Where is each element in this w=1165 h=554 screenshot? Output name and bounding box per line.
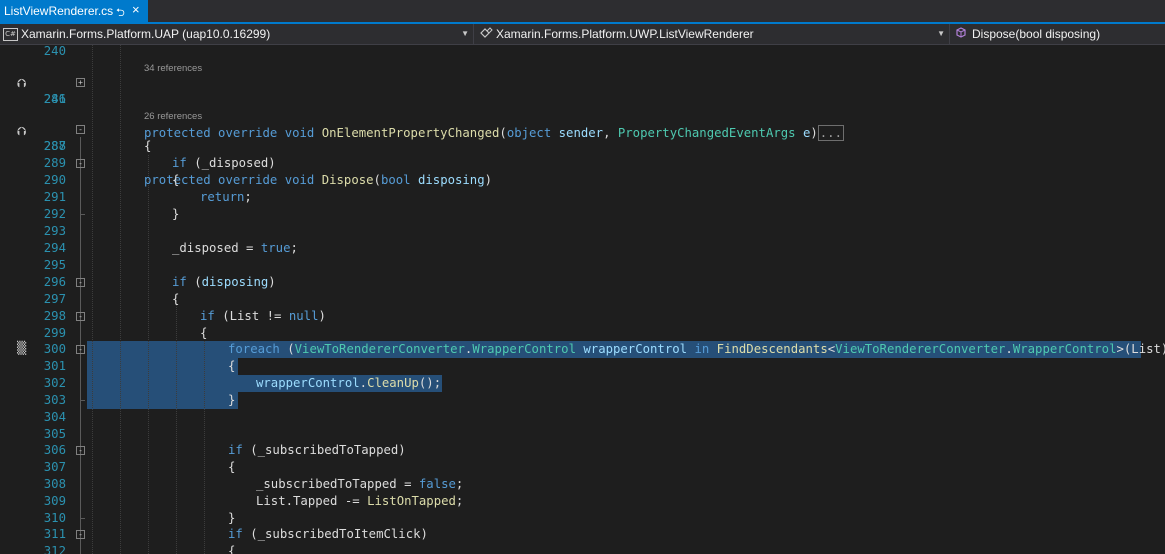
- outline-tick: [80, 214, 85, 215]
- collapse-icon[interactable]: -: [76, 345, 85, 354]
- code-line: 241 + protected override void OnElementP…: [43, 78, 844, 141]
- chevron-down-icon: ▼: [937, 29, 945, 38]
- code-line: 311- if (_subscribedToItemClick): [43, 527, 428, 541]
- code-line: 302 wrapperControl.CleanUp();: [43, 376, 442, 390]
- close-icon[interactable]: ×: [132, 3, 140, 17]
- project-label: Xamarin.Forms.Platform.UAP (uap10.0.1629…: [21, 27, 271, 41]
- code-line: 303}: [43, 393, 236, 407]
- code-line: 290{: [43, 173, 180, 187]
- collapse-icon[interactable]: -: [76, 159, 85, 168]
- code-line: 299{: [43, 326, 208, 340]
- document-tab-bar: ListViewRenderer.cs ⮌ ×: [0, 0, 1165, 24]
- expand-icon[interactable]: +: [76, 78, 85, 87]
- code-line: 312{: [43, 544, 236, 554]
- csharp-project-icon: C#: [3, 27, 18, 41]
- code-line: 300- foreach (ViewToRendererConverter.Wra…: [43, 342, 1165, 356]
- code-line: 287 - protected override void Dispose(bo…: [43, 125, 493, 187]
- code-line: 293: [43, 224, 66, 238]
- type-label: Xamarin.Forms.Platform.UWP.ListViewRende…: [496, 27, 754, 41]
- code-line: 306- if (_subscribedToTapped): [43, 443, 406, 457]
- code-line: 291 return;: [43, 190, 252, 204]
- code-line: 298- if (List != null): [43, 309, 326, 323]
- code-line: 309 List.Tapped -= ListOnTapped;: [43, 494, 464, 508]
- code-line: 304: [43, 410, 66, 424]
- tab-title: ListViewRenderer.cs: [4, 4, 114, 18]
- code-line: 286: [43, 92, 66, 106]
- code-line: 240: [43, 45, 66, 58]
- code-line: 301{: [43, 359, 236, 373]
- method-icon: [955, 26, 969, 42]
- tab-listviewrenderer[interactable]: ListViewRenderer.cs ⮌ ×: [0, 0, 148, 22]
- outline-tick: [80, 518, 85, 519]
- code-line: 295: [43, 258, 66, 272]
- code-line: 296- if (disposing): [43, 275, 276, 289]
- code-line: 297{: [43, 292, 180, 306]
- code-line: 288{: [43, 139, 152, 153]
- pin-icon[interactable]: ⮌: [116, 4, 125, 23]
- code-line: 305: [43, 427, 66, 441]
- member-dropdown[interactable]: Dispose(bool disposing): [952, 24, 1165, 44]
- code-line: 308 _subscribedToTapped = false;: [43, 477, 464, 491]
- code-line: 310}: [43, 511, 236, 525]
- code-line: 307{: [43, 460, 236, 474]
- collapse-icon[interactable]: -: [76, 312, 85, 321]
- class-icon: [479, 26, 493, 42]
- chevron-down-icon: ▼: [461, 29, 469, 38]
- outline-tick: [80, 400, 85, 401]
- code-line: 289- if (_disposed): [43, 156, 276, 170]
- member-label: Dispose(bool disposing): [972, 27, 1101, 41]
- collapse-icon[interactable]: -: [76, 530, 85, 539]
- collapse-icon[interactable]: -: [76, 278, 85, 287]
- collapse-icon[interactable]: -: [76, 446, 85, 455]
- code-line: 292}: [43, 207, 180, 221]
- code-editor[interactable]: ⮉ ⮉ ▒ 34 references 26 references 240 24…: [0, 45, 1165, 554]
- type-dropdown[interactable]: Xamarin.Forms.Platform.UWP.ListViewRende…: [476, 24, 950, 44]
- project-dropdown[interactable]: C# Xamarin.Forms.Platform.UAP (uap10.0.1…: [0, 24, 474, 44]
- code-line: 294 _disposed = true;: [43, 241, 298, 255]
- collapse-icon[interactable]: -: [76, 125, 85, 134]
- navigation-bar: C# Xamarin.Forms.Platform.UAP (uap10.0.1…: [0, 24, 1165, 45]
